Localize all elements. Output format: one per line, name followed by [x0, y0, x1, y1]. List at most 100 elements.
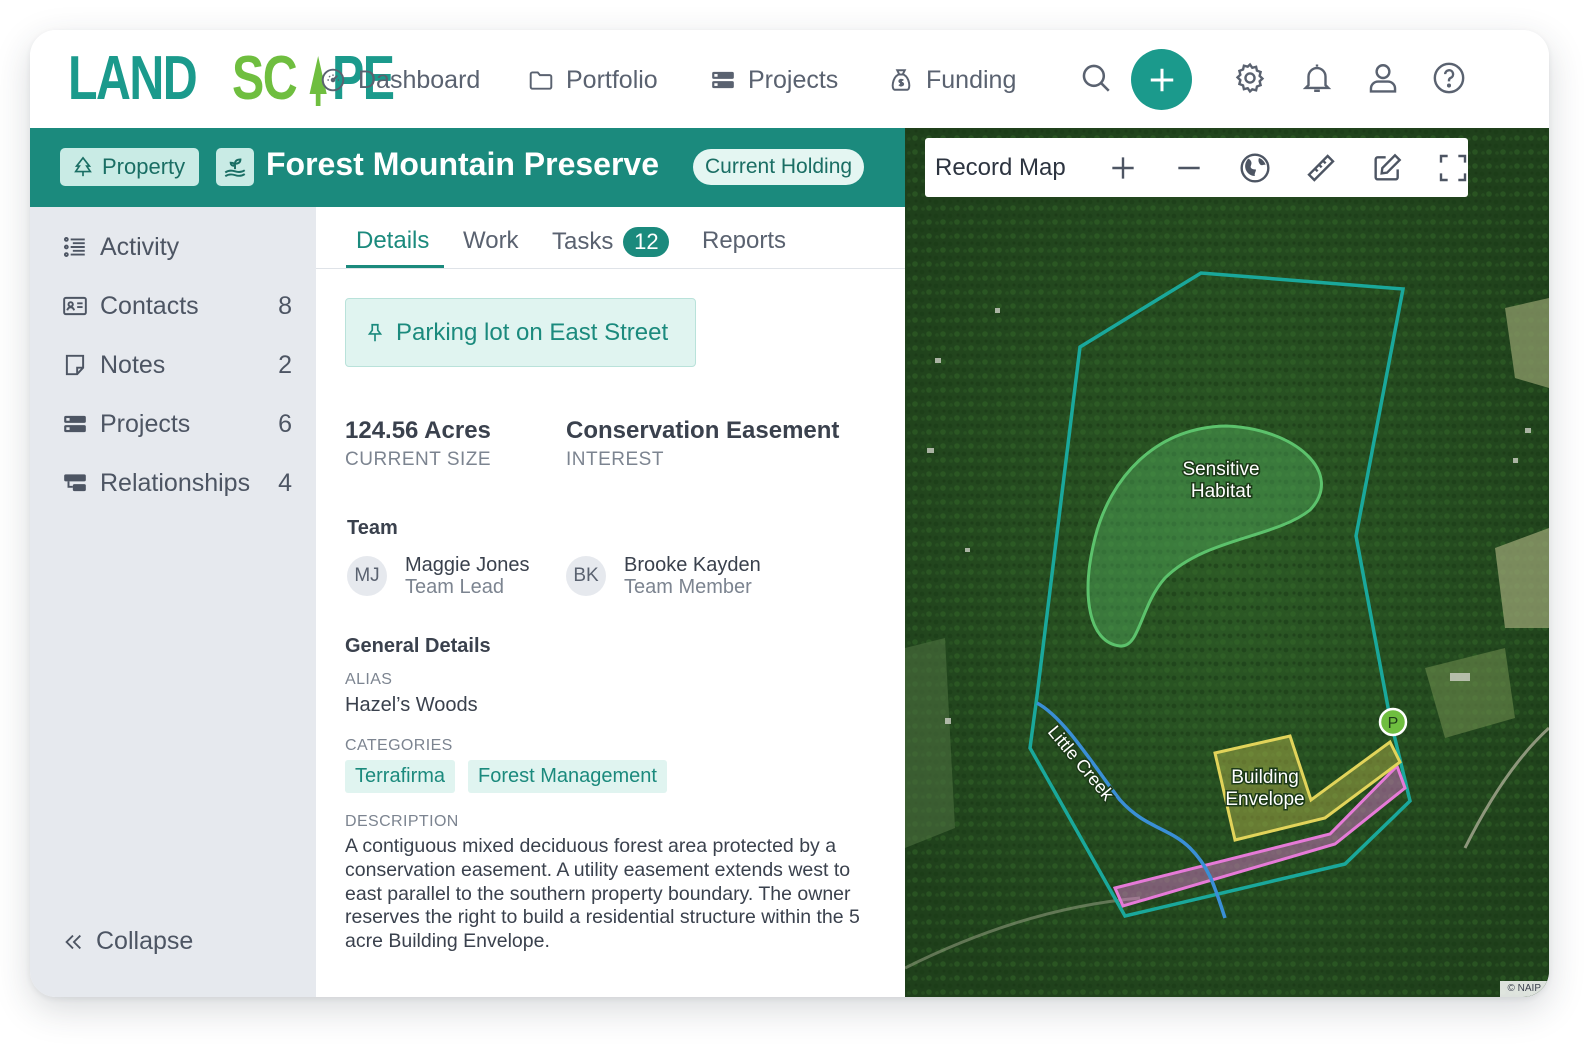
sidebar-item-label: Relationships: [100, 468, 251, 497]
team-heading: Team: [347, 517, 398, 539]
land-icon: [216, 148, 254, 186]
minus-icon: [1178, 166, 1200, 170]
interest-value: Conservation Easement: [566, 417, 840, 444]
member-name: Brooke Kayden: [624, 554, 761, 576]
status-badge: Current Holding: [693, 149, 865, 185]
svg-text:Envelope: Envelope: [1225, 789, 1304, 810]
profile-button[interactable]: [1363, 58, 1403, 98]
member-name: Maggie Jones: [405, 554, 530, 576]
map-attribution: © NAIP: [1499, 981, 1549, 997]
svg-text:Sensitive: Sensitive: [1182, 459, 1259, 480]
basemap-button[interactable]: [1238, 151, 1272, 185]
top-navigation: LAND SC PE Dashboard Portfolio Projects F…: [30, 30, 1549, 128]
fullscreen-button[interactable]: [1436, 151, 1470, 185]
tab-work[interactable]: Work: [463, 227, 519, 255]
category-chip[interactable]: Terrafirma: [345, 760, 456, 793]
active-tab-indicator: [346, 265, 444, 268]
nav-dashboard[interactable]: Dashboard: [320, 60, 480, 100]
map-title: Record Map: [935, 153, 1066, 181]
add-button[interactable]: [1131, 49, 1192, 110]
edit-map-button[interactable]: [1370, 151, 1404, 185]
member-role: Team Member: [624, 576, 752, 598]
edit-icon: [1374, 153, 1402, 181]
notifications-button[interactable]: [1297, 58, 1337, 98]
tab-reports[interactable]: Reports: [702, 227, 786, 255]
sidebar-item-notes[interactable]: Notes 2: [62, 345, 292, 385]
bell-icon: [1302, 64, 1332, 92]
record-map[interactable]: Sensitive Habitat Building Envelope Litt…: [905, 128, 1549, 997]
interest-label: INTEREST: [566, 449, 664, 470]
sidebar: Activity Contacts 8 Notes 2 Projects 6 R…: [30, 207, 316, 997]
measure-button[interactable]: [1304, 151, 1338, 185]
team-member[interactable]: MJ Maggie Jones Team Lead: [347, 554, 530, 598]
alias-value: Hazel’s Woods: [345, 694, 478, 716]
projects-icon: [64, 415, 86, 433]
property-header: Property Forest Mountain Preserve Curren…: [30, 128, 905, 207]
tasks-count-badge: 12: [623, 227, 670, 257]
collapse-label: Collapse: [96, 927, 194, 955]
satellite-map-canvas[interactable]: Sensitive Habitat Building Envelope Litt…: [905, 128, 1549, 997]
nav-portfolio[interactable]: Portfolio: [528, 60, 658, 100]
sidebar-item-activity[interactable]: Activity: [62, 227, 292, 267]
activity-icon: [63, 237, 85, 257]
help-icon: [1433, 62, 1465, 94]
sidebar-item-count: 2: [278, 350, 292, 379]
tab-tasks[interactable]: Tasks 12: [552, 227, 670, 257]
gear-icon: [1235, 62, 1265, 94]
member-role: Team Lead: [405, 576, 504, 598]
nav-label: Dashboard: [358, 65, 481, 94]
collapse-button[interactable]: Collapse: [62, 927, 193, 956]
property-type-badge: Property: [60, 148, 200, 186]
envelope-label: Building Envelope: [1224, 766, 1306, 812]
logo-text-land: LAND: [68, 44, 198, 113]
sidebar-item-relationships[interactable]: Relationships 4: [62, 463, 292, 503]
nav-funding[interactable]: Funding: [888, 60, 1016, 100]
parking-marker[interactable]: P: [1378, 707, 1408, 737]
tree-icon: [74, 156, 92, 177]
tab-bar: Details Work Tasks 12 Reports: [316, 207, 905, 269]
note-icon: [65, 354, 85, 376]
pinned-note-text: Parking lot on East Street: [396, 318, 669, 346]
tab-label: Reports: [702, 227, 787, 254]
current-size-label: CURRENT SIZE: [345, 449, 492, 470]
general-details-heading: General Details: [345, 635, 491, 657]
tab-label: Work: [463, 227, 519, 254]
team-member[interactable]: BK Brooke Kayden Team Member: [566, 554, 761, 598]
tab-label: Tasks: [552, 228, 614, 255]
nav-label: Portfolio: [566, 65, 658, 94]
pinned-note[interactable]: Parking lot on East Street: [345, 298, 696, 367]
money-bag-icon: [891, 69, 911, 91]
avatar: MJ: [347, 556, 387, 596]
search-button[interactable]: [1076, 58, 1116, 98]
details-panel: Details Work Tasks 12 Reports Parking lo…: [316, 207, 905, 997]
zoom-out-button[interactable]: [1172, 151, 1206, 185]
sidebar-item-projects[interactable]: Projects 6: [62, 404, 292, 444]
sidebar-item-label: Contacts: [100, 291, 199, 320]
ruler-icon: [1307, 154, 1335, 182]
description-text: A contiguous mixed deciduous forest area…: [345, 835, 860, 953]
avatar: BK: [566, 556, 606, 596]
current-size-value: 124.56 Acres: [345, 417, 491, 444]
category-chip[interactable]: Forest Management: [468, 760, 667, 793]
chevrons-left-icon: [65, 934, 81, 949]
map-toolbar: Record Map: [925, 138, 1468, 197]
tab-details[interactable]: Details: [356, 227, 429, 255]
sidebar-item-contacts[interactable]: Contacts 8: [62, 286, 292, 326]
svg-text:P: P: [1388, 715, 1399, 732]
zoom-in-button[interactable]: [1106, 151, 1140, 185]
nav-projects[interactable]: Projects: [710, 60, 838, 100]
fullscreen-icon: [1439, 154, 1467, 182]
settings-button[interactable]: [1230, 58, 1270, 98]
search-icon: [1082, 64, 1110, 92]
nav-label: Projects: [748, 65, 839, 94]
habitat-label: Sensitive Habitat: [1181, 458, 1261, 504]
sidebar-item-label: Projects: [100, 409, 191, 438]
logo-text-sc: SC: [232, 44, 298, 113]
user-icon: [1369, 64, 1397, 93]
help-button[interactable]: [1429, 58, 1469, 98]
sidebar-item-label: Notes: [100, 350, 166, 379]
svg-text:Building: Building: [1231, 767, 1299, 788]
tab-label: Details: [356, 227, 430, 254]
sidebar-item-label: Activity: [100, 232, 180, 261]
alias-label: ALIAS: [345, 671, 393, 688]
